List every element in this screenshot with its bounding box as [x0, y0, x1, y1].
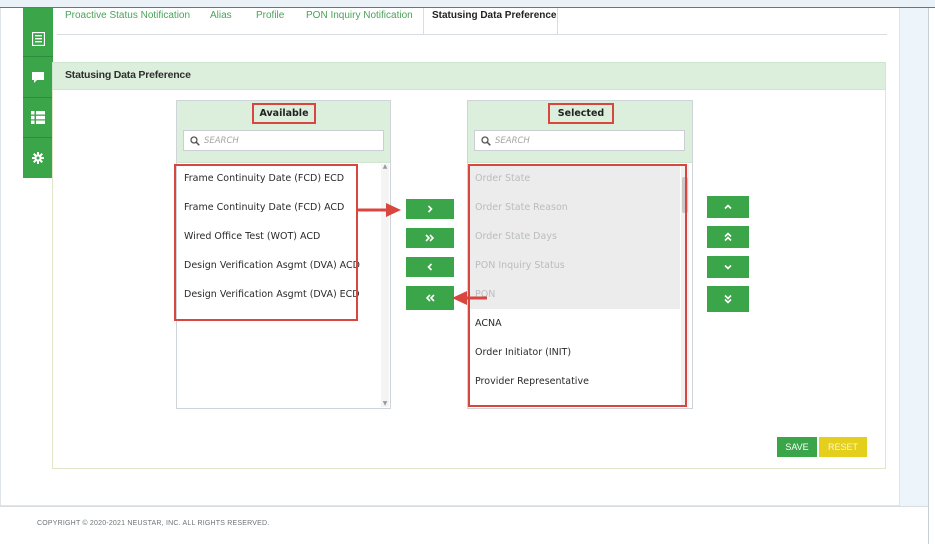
- tab-statusing-data-preference[interactable]: Statusing Data Preference: [432, 10, 557, 21]
- top-border: [0, 0, 935, 8]
- move-top-button[interactable]: [707, 226, 749, 248]
- available-search[interactable]: [183, 130, 384, 151]
- move-right-button[interactable]: [406, 199, 454, 219]
- search-icon: [190, 135, 200, 146]
- sidebar-item-list[interactable]: [23, 98, 53, 138]
- double-chevron-down-icon: [724, 294, 732, 304]
- available-header-label: Available: [252, 103, 316, 124]
- move-down-button[interactable]: [707, 256, 749, 278]
- copyright-text: COPYRIGHT © 2020-2021 NEUSTAR, INC. ALL …: [37, 520, 270, 527]
- move-all-right-button[interactable]: [406, 228, 454, 248]
- tab-alias[interactable]: Alias: [210, 10, 232, 21]
- reset-button[interactable]: RESET: [819, 437, 867, 457]
- selected-header-label: Selected: [548, 103, 614, 124]
- double-chevron-up-icon: [724, 232, 732, 242]
- page-edge: [928, 8, 935, 544]
- selected-search[interactable]: [474, 130, 685, 151]
- search-icon: [481, 135, 491, 146]
- move-bottom-button[interactable]: [707, 286, 749, 312]
- table-list-icon: [31, 111, 45, 124]
- chevron-left-icon: [427, 263, 433, 271]
- available-search-input[interactable]: [203, 135, 383, 146]
- gear-icon: [32, 152, 44, 164]
- sidebar-item-settings[interactable]: [23, 138, 53, 178]
- sidebar-item-documents[interactable]: [23, 8, 53, 57]
- move-up-button[interactable]: [707, 196, 749, 218]
- selected-search-input[interactable]: [495, 135, 675, 146]
- double-chevron-right-icon: [425, 234, 435, 242]
- scroll-up-icon[interactable]: ▲: [381, 164, 389, 170]
- tab-pon-inquiry-notification[interactable]: PON Inquiry Notification: [306, 10, 413, 21]
- chevron-up-icon: [724, 204, 732, 210]
- scroll-down-icon[interactable]: ▼: [381, 401, 389, 407]
- sidebar-item-messages[interactable]: [23, 57, 53, 98]
- chevron-down-icon: [724, 264, 732, 270]
- tab-profile[interactable]: Profile: [256, 10, 284, 21]
- save-button[interactable]: SAVE: [777, 437, 817, 457]
- tab-proactive-status-notification[interactable]: Proactive Status Notification: [65, 10, 190, 21]
- document-list-icon: [31, 32, 45, 46]
- available-items-highlight: [174, 164, 358, 321]
- chat-bubble-icon: [32, 71, 44, 83]
- available-scrollbar[interactable]: ▲ ▼: [381, 164, 389, 407]
- selected-items-highlight: [468, 164, 687, 407]
- move-left-button[interactable]: [406, 257, 454, 277]
- move-all-left-button[interactable]: [406, 286, 454, 310]
- chevron-right-icon: [427, 205, 433, 213]
- panel-title: Statusing Data Preference: [65, 69, 191, 81]
- double-chevron-left-icon: [425, 294, 435, 302]
- tab-divider: [57, 34, 887, 35]
